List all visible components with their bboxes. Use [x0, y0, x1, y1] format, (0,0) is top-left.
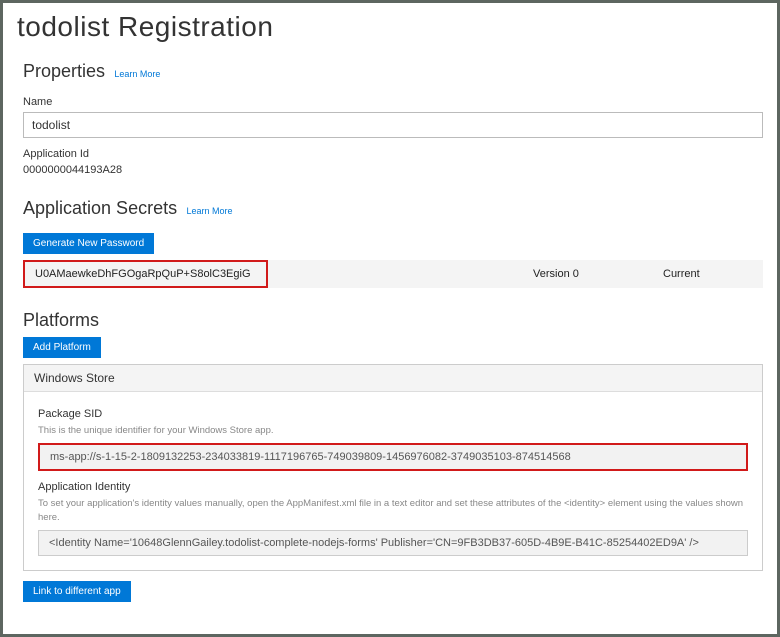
generate-password-button[interactable]: Generate New Password: [23, 233, 154, 254]
secrets-section: Application Secrets Learn More Generate …: [23, 198, 763, 288]
windows-store-header: Windows Store: [24, 365, 762, 392]
page-title: todolist Registration: [17, 11, 763, 43]
secrets-heading: Application Secrets: [23, 198, 177, 219]
windows-store-panel: Windows Store Package SID This is the un…: [23, 364, 763, 571]
package-sid-help: This is the unique identifier for your W…: [38, 424, 748, 437]
link-different-app-button[interactable]: Link to different app: [23, 581, 131, 602]
platforms-heading: Platforms: [23, 310, 99, 331]
identity-label: Application Identity: [38, 481, 748, 493]
package-sid-input[interactable]: [38, 443, 748, 471]
identity-input[interactable]: [38, 530, 748, 556]
appid-value: 0000000044193A28: [23, 164, 763, 176]
secret-key-value: U0AMaewkeDhFGOgaRpQuP+S8olC3EgiG: [23, 260, 268, 288]
name-label: Name: [23, 96, 763, 108]
properties-section: Properties Learn More Name Application I…: [23, 61, 763, 176]
identity-help: To set your application's identity value…: [38, 497, 748, 524]
secret-version: Version 0: [523, 262, 653, 286]
add-platform-button[interactable]: Add Platform: [23, 337, 101, 358]
secret-status: Current: [653, 262, 763, 286]
appid-label: Application Id: [23, 148, 763, 160]
properties-learn-more-link[interactable]: Learn More: [114, 69, 160, 79]
secret-row: U0AMaewkeDhFGOgaRpQuP+S8olC3EgiG Version…: [23, 260, 763, 288]
name-input[interactable]: [23, 112, 763, 138]
properties-heading: Properties: [23, 61, 105, 82]
platforms-section: Platforms Add Platform Windows Store Pac…: [23, 310, 763, 602]
package-sid-label: Package SID: [38, 408, 748, 420]
secrets-learn-more-link[interactable]: Learn More: [186, 206, 232, 216]
